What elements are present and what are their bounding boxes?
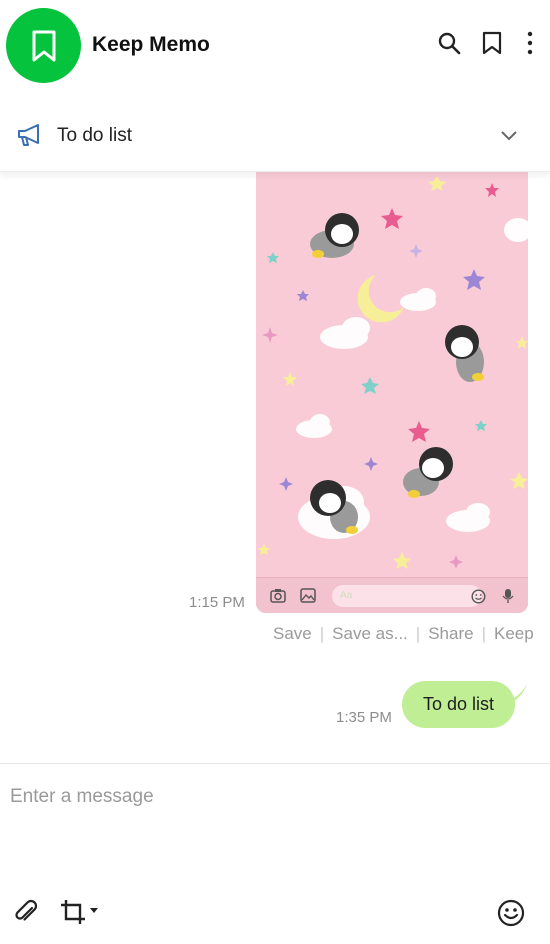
divider: | — [481, 624, 486, 643]
image-chat-bar: Aa — [256, 577, 528, 613]
bookmark-icon — [482, 31, 502, 55]
divider: | — [415, 624, 421, 643]
more-button[interactable] — [517, 30, 543, 56]
emoji-icon — [497, 899, 525, 927]
save-button[interactable]: Save — [273, 624, 312, 643]
message-composer — [0, 763, 550, 944]
share-button[interactable]: Share — [428, 624, 473, 643]
search-icon — [438, 32, 461, 55]
paperclip-icon — [15, 899, 38, 921]
message-time: 1:35 PM — [336, 709, 392, 726]
image-icon — [300, 588, 316, 603]
message-time: 1:15 PM — [189, 594, 245, 611]
keep-button[interactable] — [479, 30, 505, 56]
camera-icon — [270, 589, 286, 603]
chat-title: Keep Memo — [92, 33, 210, 56]
avatar[interactable] — [6, 8, 81, 83]
megaphone-icon — [18, 124, 39, 146]
image-bar-input: Aa — [332, 585, 482, 607]
crop-icon — [61, 900, 85, 924]
divider: | — [319, 624, 325, 643]
keep-action-button[interactable]: Keep — [494, 624, 534, 643]
penguin-wallpaper-image — [256, 172, 528, 613]
announcement-bar[interactable]: To do list — [0, 100, 550, 172]
emoji-icon — [471, 589, 486, 604]
capture-options-button[interactable] — [89, 907, 99, 915]
bookmark-icon — [32, 30, 55, 61]
capture-button[interactable] — [58, 898, 88, 926]
text-message-bubble[interactable]: To do list — [402, 681, 515, 728]
search-button[interactable] — [436, 30, 462, 56]
chat-header: Keep Memo — [0, 0, 550, 92]
image-message[interactable]: Aa — [256, 172, 528, 613]
image-actions: Save | Save as... | Share | Keep — [273, 624, 534, 644]
attach-file-button[interactable] — [12, 898, 40, 926]
microphone-icon — [502, 589, 514, 603]
more-vertical-icon — [527, 31, 533, 55]
chat-area: Aa 1:15 PM Save | Save as... | Share | Keep 1:… — [0, 172, 550, 763]
chevron-down-icon[interactable] — [500, 130, 518, 142]
announcement-text: To do list — [57, 125, 132, 146]
caret-down-icon — [90, 908, 98, 913]
save-as-button[interactable]: Save as... — [332, 624, 408, 643]
message-input[interactable] — [10, 782, 530, 812]
emoji-button[interactable] — [496, 898, 526, 928]
